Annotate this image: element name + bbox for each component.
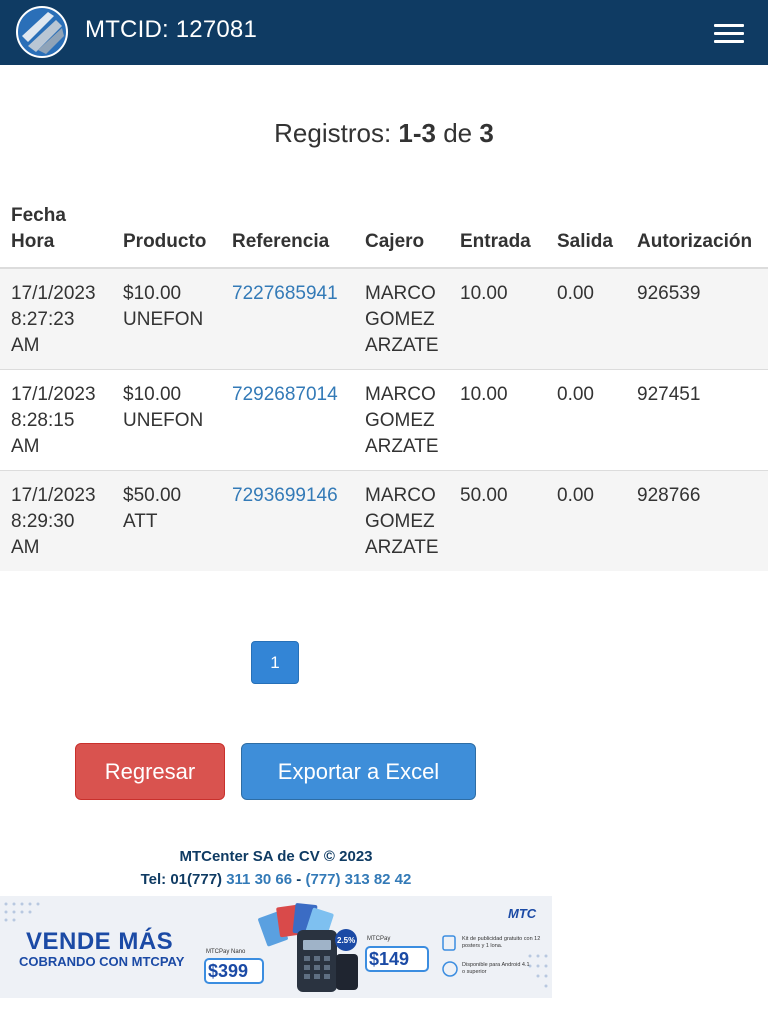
cell-salida: 0.00 [557,369,637,471]
header-cajero: Cajero [365,195,460,269]
price1: $399 [208,961,249,981]
records-total: 3 [479,118,494,148]
banner-brand: MTC [508,906,537,921]
cell-salida: 0.00 [557,470,637,571]
footer-phones: Tel: 01(777) 311 30 66 - (777) 313 82 42 [0,871,552,888]
banner-headline: VENDE MÁS [26,928,174,955]
referencia-link[interactable]: 7227685941 [232,283,338,304]
cell-fecha: 17/1/2023 8:28:15 AM [0,369,123,471]
banner-subline: COBRANDO CON MTCPAY [19,954,185,969]
cell-producto: $50.00 ATT [123,470,232,571]
rate-badge: 2.5% [337,936,356,945]
table-row: 17/1/2023 8:28:15 AM $10.00 UNEFON 72926… [0,369,768,471]
cell-referencia: 7293699146 [232,470,365,571]
cell-cajero: MARCO GOMEZ ARZATE [365,283,439,356]
records-of: de [436,118,480,148]
table-row: 17/1/2023 8:27:23 AM $10.00 UNEFON 72276… [0,268,768,370]
product2-label: MTCPay [367,936,391,942]
cell-fecha: 17/1/2023 8:29:30 AM [0,470,123,571]
referencia-link[interactable]: 7292687014 [232,384,338,405]
cell-salida: 0.00 [557,283,594,304]
header-autorizacion: Autorización [637,195,768,269]
header-entrada: Entrada [460,195,557,269]
cell-fecha: 17/1/2023 8:27:23 AM [11,283,96,356]
page-title: MTCID: 127081 [85,16,258,43]
cell-entrada: 10.00 [460,369,557,471]
cell-producto: $10.00 UNEFON [123,369,232,471]
cell-cajero: MARCO GOMEZ ARZATE [365,470,460,571]
back-button[interactable]: Regresar [75,743,225,800]
phone-separator: - [292,871,306,888]
header-fecha: Fecha Hora [0,195,123,269]
table-header-row: Fecha Hora Producto Referencia Cajero En… [0,195,768,269]
cell-entrada: 10.00 [460,283,508,304]
phone-link-1[interactable]: 311 30 66 [226,871,292,888]
feature-kit: Kit de publicidad gratuito con 12 poster… [462,936,541,949]
cell-autorizacion: 928766 [637,470,768,571]
product1-label: MTCPay Nano [206,949,246,955]
records-range: 1-3 [398,118,436,148]
footer-company: MTCenter SA de CV © 2023 [179,848,373,865]
navbar: MTCID: 127081 [0,0,768,65]
cell-entrada: 50.00 [460,470,557,571]
header-referencia: Referencia [232,195,365,269]
export-excel-button[interactable]: Exportar a Excel [241,743,476,800]
cell-referencia: 7227685941 [232,268,365,370]
pagination-page-1[interactable]: 1 [251,641,299,684]
records-table: Fecha Hora Producto Referencia Cajero En… [0,195,768,571]
header-producto: Producto [123,195,232,269]
phone-link-2[interactable]: (777) 313 82 42 [305,871,411,888]
header-salida: Salida [557,195,637,269]
tel-prefix: Tel: 01(777) [140,871,227,888]
price2: $149 [369,949,410,969]
cell-cajero: MARCO GOMEZ ARZATE [365,369,460,471]
feature-android: Disponible para Android 4.1 o superior [462,962,530,975]
records-prefix: Registros: [274,118,399,148]
cell-autorizacion: 927451 [637,369,768,471]
referencia-link[interactable]: 7293699146 [232,485,338,506]
records-summary: Registros: 1-3 de 3 [0,118,768,149]
cell-autorizacion: 926539 [637,283,701,304]
mtcpay-banner[interactable]: VENDE MÁS COBRANDO CON MTCPAY MTC MTCPay… [0,896,552,998]
cell-referencia: 7292687014 [232,369,365,471]
menu-icon[interactable] [712,22,746,44]
cell-producto: $10.00 UNEFON [123,283,204,330]
table-row: 17/1/2023 8:29:30 AM $50.00 ATT 72936991… [0,470,768,571]
mtc-logo-icon[interactable] [14,6,70,58]
